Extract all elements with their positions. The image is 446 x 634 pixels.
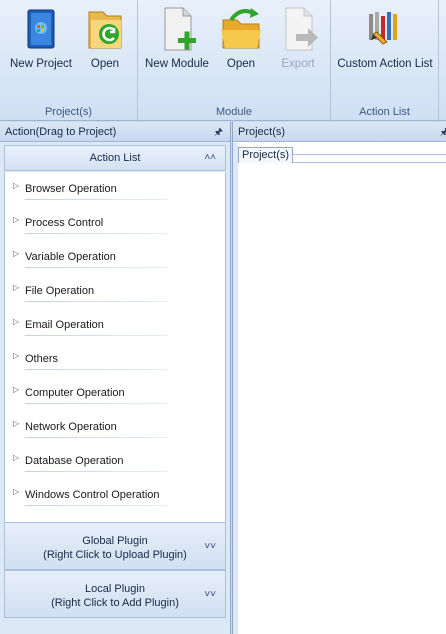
expand-arrow-icon[interactable]: ▷ — [13, 283, 19, 292]
category-label: Computer Operation — [25, 387, 125, 399]
global-plugin-title: Global Plugin — [82, 535, 148, 547]
pin-icon[interactable]: 🖈︎ — [440, 125, 446, 142]
new-project-label: New Project — [10, 58, 72, 70]
ribbon-group-action-list: Custom Action List Action List — [331, 0, 439, 121]
separator — [25, 369, 167, 370]
global-plugin-hint: (Right Click to Upload Plugin) — [43, 549, 187, 561]
category-label: Process Control — [25, 217, 104, 229]
ribbon-group-projects: New Project Open Project(s) — [0, 0, 138, 121]
action-list-header-label: Action List — [89, 152, 141, 164]
open-folder-icon — [221, 8, 261, 49]
separator — [25, 233, 167, 234]
open-folder-icon — [88, 11, 122, 49]
open-module-button[interactable]: Open — [214, 2, 268, 78]
expand-arrow-icon[interactable]: ▷ — [13, 351, 19, 360]
collapse-chevron-icon[interactable]: ˄˄ — [204, 152, 216, 163]
projects-panel-title: Project(s) — [238, 126, 286, 138]
category-browser-operation[interactable]: ▷ Browser Operation — [5, 172, 225, 206]
expand-arrow-icon[interactable]: ▷ — [13, 419, 19, 428]
expand-chevron-icon[interactable]: ˅˅ — [204, 540, 216, 554]
expand-arrow-icon[interactable]: ▷ — [13, 453, 19, 462]
projects-panel-header: Project(s) 🖈︎ — [233, 122, 446, 142]
expand-arrow-icon[interactable]: ▷ — [13, 181, 19, 190]
custom-action-list-icon — [369, 12, 397, 45]
new-project-icon — [27, 9, 55, 49]
group-label-action-list: Action List — [359, 106, 410, 118]
action-panel-title: Action(Drag to Project) — [5, 126, 117, 138]
category-label: Variable Operation — [25, 251, 116, 263]
expand-arrow-icon[interactable]: ▷ — [13, 487, 19, 496]
tab-strip-line — [293, 154, 446, 155]
group-label-projects: Project(s) — [44, 106, 93, 118]
open-project-button[interactable]: Open — [78, 2, 132, 78]
export-icon — [285, 7, 318, 51]
new-project-button[interactable]: New Project — [4, 2, 78, 78]
category-variable-operation[interactable]: ▷ Variable Operation — [5, 240, 225, 274]
category-email-operation[interactable]: ▷ Email Operation — [5, 308, 225, 342]
export-label: Export — [281, 58, 315, 70]
expand-arrow-icon[interactable]: ▷ — [13, 385, 19, 394]
panel-divider — [233, 143, 238, 634]
separator — [25, 199, 167, 200]
category-file-operation[interactable]: ▷ File Operation — [5, 274, 225, 308]
category-label: File Operation — [25, 285, 95, 297]
category-label: Windows Control Operation — [25, 489, 160, 501]
local-plugin-title: Local Plugin — [85, 583, 145, 595]
category-label: Email Operation — [25, 319, 104, 331]
separator — [25, 403, 167, 404]
category-label: Others — [25, 353, 59, 365]
custom-action-list-label: Custom Action List — [337, 58, 433, 70]
separator — [25, 471, 167, 472]
expand-arrow-icon[interactable]: ▷ — [13, 215, 19, 224]
expand-arrow-icon[interactable]: ▷ — [13, 249, 19, 258]
projects-panel: Project(s) 🖈︎ Project(s) — [232, 122, 446, 634]
new-module-label: New Module — [145, 58, 209, 70]
category-windows-control-operation[interactable]: ▷ Windows Control Operation — [5, 478, 225, 512]
category-others[interactable]: ▷ Others — [5, 342, 225, 376]
action-list-header[interactable]: Action List ˄˄ — [4, 145, 226, 171]
separator — [25, 267, 167, 268]
pin-icon[interactable]: 🖈︎ — [214, 125, 223, 142]
separator — [25, 301, 167, 302]
category-network-operation[interactable]: ▷ Network Operation — [5, 410, 225, 444]
separator — [25, 335, 167, 336]
custom-action-list-button[interactable]: Custom Action List — [335, 2, 435, 78]
expand-arrow-icon[interactable]: ▷ — [13, 317, 19, 326]
action-panel-header: Action(Drag to Project) 🖈︎ — [0, 122, 230, 142]
project-tab-strip: Project(s) — [238, 147, 446, 163]
category-label: Network Operation — [25, 421, 117, 433]
action-panel: Action(Drag to Project) 🖈︎ Action List ˄… — [0, 122, 231, 634]
category-process-control[interactable]: ▷ Process Control — [5, 206, 225, 240]
local-plugin-hint: (Right Click to Add Plugin) — [51, 597, 179, 609]
new-module-button[interactable]: New Module — [144, 2, 210, 78]
new-module-icon — [164, 7, 196, 51]
tab-projects[interactable]: Project(s) — [238, 147, 294, 163]
local-plugin-section[interactable]: Local Plugin (Right Click to Add Plugin)… — [4, 570, 226, 618]
category-label: Browser Operation — [25, 183, 117, 195]
export-button[interactable]: Export — [270, 2, 326, 78]
separator — [25, 505, 167, 506]
ribbon-toolbar: New Project Open Project(s) New Module O… — [0, 0, 446, 121]
open-module-label: Open — [226, 58, 256, 70]
separator — [25, 437, 167, 438]
ribbon-group-module: New Module Open Export Module — [138, 0, 331, 121]
category-database-operation[interactable]: ▷ Database Operation — [5, 444, 225, 478]
category-label: Database Operation — [25, 455, 124, 467]
open-project-label: Open — [90, 58, 120, 70]
global-plugin-section[interactable]: Global Plugin (Right Click to Upload Plu… — [4, 522, 226, 570]
group-label-module: Module — [215, 106, 253, 118]
action-list: ▷ Browser Operation ▷ Process Control ▷ … — [4, 172, 226, 522]
category-computer-operation[interactable]: ▷ Computer Operation — [5, 376, 225, 410]
expand-chevron-icon[interactable]: ˅˅ — [204, 588, 216, 602]
